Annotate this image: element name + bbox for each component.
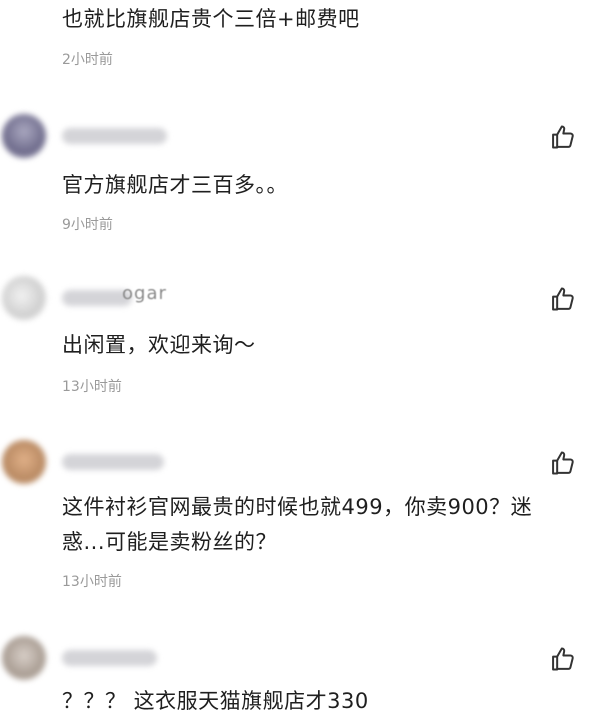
like-button[interactable] [549, 285, 577, 313]
comment-text: 官方旗舰店才三百多。。 [62, 173, 288, 197]
username-blurred[interactable] [62, 128, 167, 144]
comment-text: 出闲置，欢迎来询～ [62, 333, 256, 357]
avatar[interactable] [2, 114, 46, 158]
comment-time: 13小时前 [62, 379, 122, 395]
username-partial[interactable]: ogar [122, 283, 167, 304]
comment-time: 9小时前 [62, 217, 113, 233]
thumbs-up-outline-icon [552, 647, 574, 671]
comment-item: 这件衬衫官网最贵的时候也就499，你卖900？迷惑...可能是卖粉丝的？ 13小… [0, 432, 600, 607]
comment-time: 2小时前 [62, 52, 113, 68]
comment-item: 也就比旗舰店贵个三倍+邮费吧 2小时前 [0, 0, 600, 80]
comment-text: ？？？ 这衣服天猫旗舰店才330 [62, 689, 369, 713]
username-blurred[interactable] [62, 650, 157, 666]
thumbs-up-outline-icon [552, 287, 574, 311]
username-blurred[interactable] [62, 454, 164, 470]
comment-text: 这件衬衫官网最贵的时候也就499，你卖900？迷惑...可能是卖粉丝的？ [62, 495, 533, 554]
thumbs-up-outline-icon [552, 451, 574, 475]
comment-time: 13小时前 [62, 574, 122, 590]
comment-item: ？？？ 这衣服天猫旗舰店才330 [0, 628, 600, 715]
like-button[interactable] [549, 449, 577, 477]
thumbs-up-outline-icon [552, 125, 574, 149]
avatar[interactable] [2, 276, 46, 320]
avatar[interactable] [2, 440, 46, 484]
comment-item: ogar 出闲置，欢迎来询～ 13小时前 [0, 268, 600, 418]
comment-text: 也就比旗舰店贵个三倍+邮费吧 [62, 7, 360, 31]
avatar[interactable] [2, 636, 46, 680]
like-button[interactable] [549, 123, 577, 151]
like-button[interactable] [549, 645, 577, 673]
comment-item: 官方旗舰店才三百多。。 9小时前 [0, 106, 600, 256]
